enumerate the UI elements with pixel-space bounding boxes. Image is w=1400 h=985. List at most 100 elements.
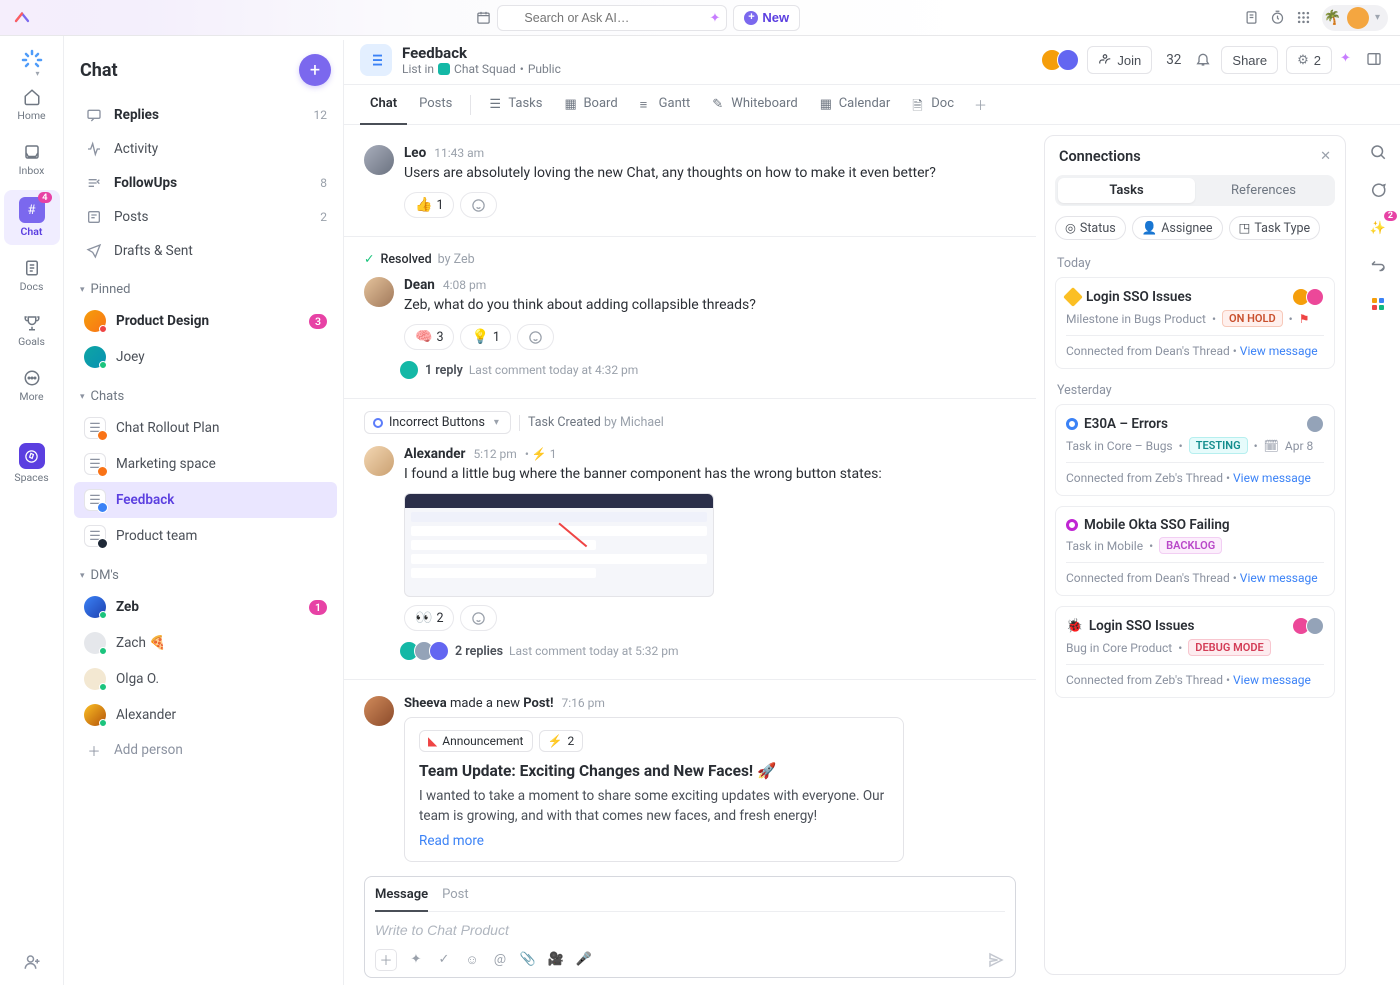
user-avatar[interactable] [364, 277, 394, 307]
sync-icon[interactable] [1365, 253, 1391, 279]
sidebar-dm-item[interactable]: Zeb 1 [74, 589, 337, 625]
sidebar-chat-item[interactable]: ☰ Chat Rollout Plan [74, 410, 337, 446]
close-icon[interactable]: ✕ [1320, 149, 1331, 164]
add-button[interactable]: ＋ [375, 949, 397, 971]
add-reaction-button[interactable] [460, 192, 497, 218]
rail-more[interactable]: More [4, 361, 60, 410]
view-message-link[interactable]: View message [1233, 471, 1311, 485]
sidebar-dm-item[interactable]: Zach 🍕 [74, 625, 337, 661]
ai-assistant-icon[interactable]: ✨ [1365, 215, 1391, 241]
bell-icon[interactable] [1195, 51, 1213, 69]
tab-tasks[interactable]: ☰Tasks [479, 85, 552, 125]
sidebar-activity[interactable]: Activity [74, 132, 337, 166]
sidebar-section-chats[interactable]: ▾Chats [68, 375, 343, 410]
ai-icon[interactable]: ✦ [1340, 51, 1358, 69]
sidebar-replies[interactable]: Replies 12 [74, 98, 337, 132]
seg-tasks[interactable]: Tasks [1058, 178, 1195, 203]
app-logo[interactable] [12, 8, 32, 28]
sidebar-section-pinned[interactable]: ▾Pinned [68, 268, 343, 303]
sidebar-drafts[interactable]: Drafts & Sent [74, 234, 337, 268]
sidebar-chat-item[interactable]: ☰ Product team [74, 518, 337, 554]
apps-grid-icon[interactable] [1296, 10, 1312, 26]
join-button[interactable]: Join [1087, 46, 1152, 74]
calendar-icon[interactable] [475, 10, 491, 26]
sidebar-chat-item[interactable]: ☰ Marketing space [74, 446, 337, 482]
add-reaction-button[interactable] [460, 605, 497, 631]
new-button[interactable]: + New [733, 5, 800, 31]
notepad-icon[interactable] [1244, 10, 1260, 26]
account-menu[interactable]: 🌴 ▾ [1322, 5, 1388, 31]
tab-doc[interactable]: 🗎Doc [902, 85, 964, 125]
view-message-link[interactable]: View message [1240, 344, 1318, 358]
filter-status[interactable]: ◎ Status [1055, 216, 1126, 240]
filter-tasktype[interactable]: ◳ Task Type [1229, 216, 1321, 240]
attach-icon[interactable]: 📎 [519, 951, 537, 969]
user-avatar[interactable] [364, 696, 394, 726]
breadcrumb[interactable]: List in Chat Squad • Public [402, 62, 561, 76]
new-chat-button[interactable]: + [299, 54, 331, 86]
apps-icon[interactable] [1365, 291, 1391, 317]
rail-inbox[interactable]: Inbox [4, 135, 60, 184]
composer-input[interactable] [375, 922, 1005, 938]
sidebar-pinned-item[interactable]: Product Design 3 [74, 303, 337, 339]
view-message-link[interactable]: View message [1240, 571, 1318, 585]
sidebar-add-person[interactable]: ＋ Add person [74, 733, 337, 767]
comment-icon[interactable] [1365, 177, 1391, 203]
seg-references[interactable]: References [1195, 178, 1332, 203]
thread-summary[interactable]: 2 replies Last comment today at 5:32 pm [404, 641, 1016, 661]
timer-icon[interactable] [1270, 10, 1286, 26]
post-card[interactable]: ◣Announcement ⚡2 Team Update: Exciting C… [404, 717, 904, 862]
user-avatar[interactable] [364, 446, 394, 476]
connection-card[interactable]: Login SSO Issues Milestone in Bugs Produ… [1055, 277, 1335, 369]
rail-home[interactable]: Home [4, 80, 60, 129]
search-icon[interactable] [1365, 139, 1391, 165]
reaction[interactable]: 👍1 [404, 192, 454, 218]
reaction[interactable]: 💡1 [460, 324, 510, 350]
composer-tab-message[interactable]: Message [375, 885, 428, 912]
thread-summary[interactable]: 1 reply Last comment today at 4:32 pm [404, 360, 1016, 380]
reaction[interactable]: 🧠3 [404, 324, 454, 350]
composer-tab-post[interactable]: Post [442, 885, 469, 911]
tab-posts[interactable]: Posts [409, 85, 462, 125]
task-icon[interactable]: ✓ [435, 951, 453, 969]
connection-card[interactable]: Mobile Okta SSO Failing Task in Mobile• … [1055, 506, 1335, 596]
read-more-link[interactable]: Read more [419, 833, 484, 849]
sidebar-section-dms[interactable]: ▾DM's [68, 554, 343, 589]
sidebar-chat-item[interactable]: ☰ Feedback [74, 482, 337, 518]
invite-icon[interactable] [23, 953, 41, 971]
video-icon[interactable]: 🎥 [547, 951, 565, 969]
send-button[interactable] [987, 951, 1005, 969]
connection-card[interactable]: E30A – Errors Task in Core – Bugs• TESTI… [1055, 404, 1335, 496]
rail-chat[interactable]: 4 # Chat [4, 190, 60, 245]
global-search-input[interactable] [497, 5, 727, 31]
view-message-link[interactable]: View message [1233, 673, 1311, 687]
tab-chat[interactable]: Chat [360, 85, 407, 125]
rail-goals[interactable]: Goals [4, 306, 60, 355]
sidebar-followups[interactable]: FollowUps 8 [74, 166, 337, 200]
add-view-button[interactable]: ＋ [966, 95, 995, 114]
sidebar-dm-item[interactable]: Alexander [74, 697, 337, 733]
filter-assignee[interactable]: 👤 Assignee [1132, 216, 1223, 240]
add-reaction-button[interactable] [517, 324, 554, 350]
emoji-icon[interactable]: ☺ [463, 951, 481, 969]
share-button[interactable]: Share [1221, 46, 1278, 74]
mention-icon[interactable]: ＠ [491, 951, 509, 969]
task-pill[interactable]: Incorrect Buttons▾ [364, 411, 511, 434]
sidebar-pinned-item[interactable]: Joey [74, 339, 337, 375]
collab-button[interactable]: ⚙2 [1286, 46, 1332, 74]
tab-gantt[interactable]: ≡Gantt [630, 85, 701, 125]
user-avatar[interactable] [364, 145, 394, 175]
tab-calendar[interactable]: ▦Calendar [810, 85, 901, 125]
ai-icon[interactable]: ✦ [407, 951, 425, 969]
mic-icon[interactable]: 🎤 [575, 951, 593, 969]
workspace-switcher[interactable]: ▾ [18, 46, 46, 74]
reaction[interactable]: 👀2 [404, 605, 454, 631]
ai-sparkle-icon[interactable]: ✦ [710, 11, 721, 26]
presence-avatars[interactable] [1047, 49, 1079, 71]
tab-whiteboard[interactable]: ✎Whiteboard [702, 85, 807, 125]
sidebar-dm-item[interactable]: Olga O. [74, 661, 337, 697]
tab-board[interactable]: ▦Board [554, 85, 627, 125]
rail-spaces[interactable]: Spaces [4, 436, 60, 491]
connection-card[interactable]: 🐞 Login SSO Issues Bug in Core Product• … [1055, 606, 1335, 698]
attachment-image[interactable] [404, 493, 714, 597]
